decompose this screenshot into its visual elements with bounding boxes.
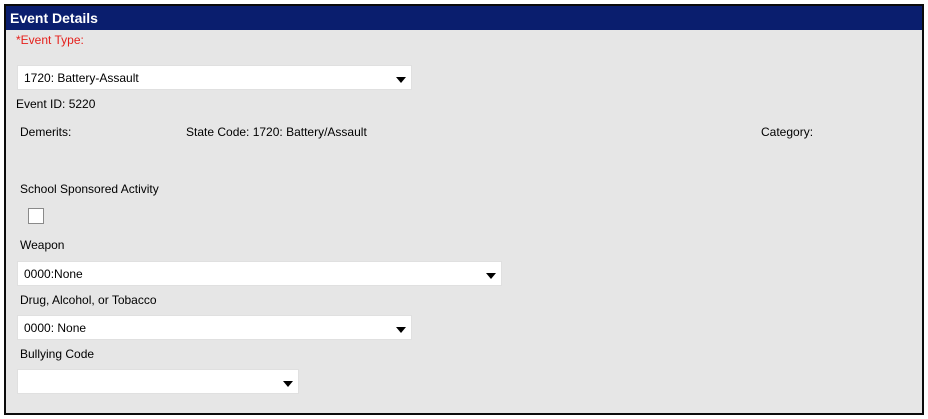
event-type-value: 1720: Battery-Assault	[24, 71, 139, 85]
drug-select[interactable]: 0000: None	[17, 315, 412, 340]
weapon-label: Weapon	[20, 238, 65, 252]
state-code-text: State Code: 1720: Battery/Assault	[186, 125, 367, 139]
category-label: Category:	[761, 125, 814, 139]
event-details-panel: Event Details *Event Type: 1720: Battery…	[4, 4, 924, 415]
drug-label: Drug, Alcohol, or Tobacco	[20, 293, 157, 307]
weapon-select[interactable]: 0000:None	[17, 261, 502, 286]
weapon-value: 0000:None	[24, 267, 83, 281]
chevron-down-icon	[283, 381, 293, 387]
panel-title: Event Details	[6, 6, 922, 30]
school-sponsored-checkbox[interactable]	[28, 208, 44, 224]
chevron-down-icon	[486, 273, 496, 279]
event-id-text: Event ID: 5220	[16, 97, 96, 111]
drug-value: 0000: None	[24, 321, 87, 335]
event-type-select[interactable]: 1720: Battery-Assault	[17, 65, 412, 90]
demerits-label: Demerits:	[20, 125, 72, 139]
bullying-label: Bullying Code	[20, 347, 95, 361]
event-type-label: *Event Type:	[16, 33, 84, 47]
chevron-down-icon	[396, 77, 406, 83]
bullying-select[interactable]	[17, 369, 299, 394]
school-sponsored-label: School Sponsored Activity	[20, 182, 159, 196]
chevron-down-icon	[396, 327, 406, 333]
